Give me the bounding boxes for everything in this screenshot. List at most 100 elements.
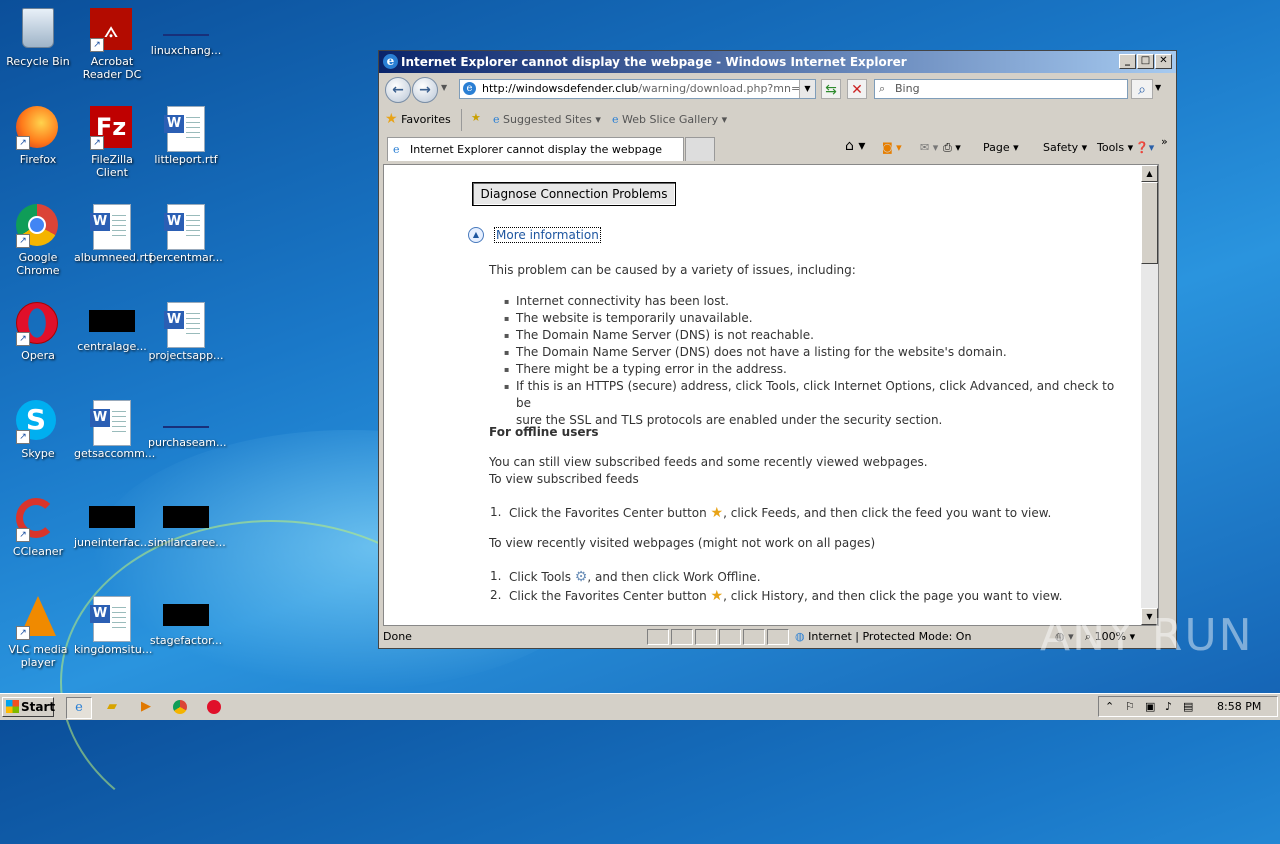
forward-button[interactable]: → bbox=[412, 77, 438, 103]
desktop-icon-stagefactor[interactable]: stagefactor... bbox=[148, 592, 224, 647]
firefox-icon: ↗ bbox=[16, 106, 60, 150]
desktop-icon-firefox[interactable]: ↗ Firefox bbox=[0, 102, 76, 166]
blank-file-icon bbox=[163, 604, 209, 626]
scroll-thumb[interactable] bbox=[1141, 182, 1158, 264]
desktop-icon-purchaseam[interactable]: purchaseam... bbox=[148, 396, 226, 449]
desktop-icon-centralage[interactable]: centralage... bbox=[74, 298, 150, 353]
search-input[interactable]: ⌕ Bing bbox=[874, 79, 1128, 99]
desktop-icon-label: centralage... bbox=[77, 340, 147, 353]
desktop-icon-projectsapp[interactable]: W projectsapp... bbox=[148, 298, 224, 362]
desktop-icon-acrobat[interactable]: ⟑ ↗ Acrobat Reader DC bbox=[74, 4, 150, 81]
search-options-icon[interactable]: ▼ bbox=[1155, 83, 1161, 92]
mail-icon[interactable]: ✉ ▾ bbox=[920, 141, 938, 154]
print-icon[interactable]: ⎙ ▾ bbox=[943, 141, 961, 155]
scroll-up-button[interactable]: ▲ bbox=[1141, 165, 1158, 182]
diagnose-button[interactable]: Diagnose Connection Problems bbox=[472, 182, 676, 206]
desktop-icon-label: similarcaree... bbox=[148, 536, 226, 549]
vertical-scrollbar[interactable]: ▲ ▼ bbox=[1141, 165, 1158, 625]
opera-icon: ↗ bbox=[16, 302, 60, 346]
action-center-flag-icon[interactable]: ⚐ bbox=[1125, 697, 1135, 716]
chrome-icon: ↗ bbox=[16, 204, 60, 248]
page-menu[interactable]: Page ▾ bbox=[983, 141, 1019, 154]
desktop-icon-getsaccomm[interactable]: W getsaccomm... bbox=[74, 396, 156, 460]
taskbar-ie-icon[interactable]: e bbox=[66, 697, 92, 719]
word-document-icon: W bbox=[90, 400, 134, 446]
taskbar-media-player-icon[interactable]: ▶ bbox=[134, 697, 158, 717]
add-favorite-icon[interactable]: ★ bbox=[471, 111, 481, 124]
ie-window[interactable]: e Internet Explorer cannot display the w… bbox=[378, 50, 1177, 649]
list-item: The website is temporarily unavailable. bbox=[504, 310, 1126, 327]
desktop-icon-vlc[interactable]: ↗ VLC media player bbox=[0, 592, 76, 669]
ccleaner-icon: ↗ bbox=[16, 498, 60, 542]
back-button[interactable]: ← bbox=[385, 77, 411, 103]
web-slice-gallery-link[interactable]: e Web Slice Gallery ▾ bbox=[612, 113, 727, 126]
offline-text: You can still view subscribed feeds and … bbox=[489, 455, 928, 469]
start-button[interactable]: Start bbox=[2, 697, 55, 717]
blank-file-icon bbox=[163, 426, 209, 428]
search-icon[interactable]: ⌕ bbox=[1131, 79, 1153, 99]
minimize-button[interactable]: _ bbox=[1119, 54, 1136, 69]
navigation-bar: ← → ▼ e http://windowsdefender.club/warn… bbox=[379, 77, 1176, 103]
power-icon[interactable]: ▤ bbox=[1183, 697, 1193, 716]
desktop-icon-skype[interactable]: S ↗ Skype bbox=[0, 396, 76, 460]
feeds-icon[interactable]: ◙ ▾ bbox=[882, 141, 902, 154]
more-information-toggle[interactable]: ▲ More information bbox=[468, 226, 601, 243]
desktop-icon-label: juneinterfac... bbox=[74, 536, 151, 549]
intro-text: This problem can be caused by a variety … bbox=[489, 263, 856, 277]
close-button[interactable]: ✕ bbox=[1155, 54, 1172, 69]
tools-menu[interactable]: Tools ▾ bbox=[1097, 141, 1133, 154]
ie-page-icon: e bbox=[493, 113, 500, 126]
desktop-icon-littleport[interactable]: W littleport.rtf bbox=[148, 102, 224, 166]
window-titlebar[interactable]: e Internet Explorer cannot display the w… bbox=[379, 51, 1176, 73]
maximize-button[interactable]: □ bbox=[1137, 54, 1154, 69]
address-dropdown-icon[interactable]: ▼ bbox=[799, 80, 815, 98]
desktop-icon-kingdomsitu[interactable]: W kingdomsitu... bbox=[74, 592, 153, 656]
desktop-icon-albumneed[interactable]: W albumneed.rtf bbox=[74, 200, 153, 264]
system-tray: ⌃ ⚐ ▣ ♪ ▤ 8:58 PM bbox=[1098, 696, 1278, 717]
volume-icon[interactable]: ♪ bbox=[1165, 697, 1172, 716]
taskbar-explorer-icon[interactable]: ▰ bbox=[100, 697, 124, 717]
security-zone[interactable]: ◍ Internet | Protected Mode: On bbox=[795, 627, 971, 647]
help-icon[interactable]: ❓▾ bbox=[1135, 141, 1154, 154]
new-tab-button[interactable] bbox=[685, 137, 715, 161]
desktop-icon-opera[interactable]: ↗ Opera bbox=[0, 298, 76, 362]
address-bar[interactable]: e http://windowsdefender.club/warning/do… bbox=[459, 79, 816, 99]
word-document-icon: W bbox=[164, 302, 208, 348]
desktop-icon-percentmar[interactable]: W percentmar... bbox=[148, 200, 224, 264]
taskbar-opera-icon[interactable] bbox=[202, 697, 226, 717]
desktop-icon-chrome[interactable]: ↗ Google Chrome bbox=[0, 200, 76, 277]
desktop-icon-linuxchang[interactable]: linuxchang... bbox=[148, 4, 224, 57]
desktop-icon-filezilla[interactable]: Fz ↗ FileZilla Client bbox=[74, 102, 150, 179]
recent-step-2: 2. Click the Favorites Center button ★, … bbox=[490, 588, 1063, 604]
offline-heading: For offline users bbox=[489, 425, 599, 439]
desktop-icon-label: albumneed.rtf bbox=[74, 251, 153, 264]
desktop-icon-label: Acrobat Reader DC bbox=[82, 55, 142, 81]
page-content: Diagnose Connection Problems ▲ More infor… bbox=[383, 164, 1159, 626]
stop-button[interactable]: ✕ bbox=[847, 79, 867, 99]
taskbar: Start e ▰ ▶ ⌃ ⚐ ▣ ♪ ▤ 8:58 PM bbox=[0, 693, 1280, 720]
desktop-icon-ccleaner[interactable]: ↗ CCleaner bbox=[0, 494, 76, 558]
word-document-icon: W bbox=[164, 204, 208, 250]
desktop-icon-juneinterfac[interactable]: juneinterfac... bbox=[74, 494, 151, 549]
tab-row: e Internet Explorer cannot display the w… bbox=[379, 135, 1176, 161]
clock[interactable]: 8:58 PM bbox=[1217, 697, 1261, 716]
desktop-icon-similarcaree[interactable]: similarcaree... bbox=[148, 494, 226, 549]
home-icon[interactable]: ⌂ ▾ bbox=[845, 138, 865, 154]
show-hidden-icons[interactable]: ⌃ bbox=[1105, 697, 1114, 716]
word-document-icon: W bbox=[90, 204, 134, 250]
list-item: If this is an HTTPS (secure) address, cl… bbox=[504, 378, 1126, 412]
tab-current[interactable]: e Internet Explorer cannot display the w… bbox=[387, 137, 684, 161]
desktop-icon-label: kingdomsitu... bbox=[74, 643, 153, 656]
chevron-more-icon[interactable]: » bbox=[1161, 135, 1168, 148]
favorites-button[interactable]: ★ Favorites bbox=[385, 111, 451, 127]
desktop-icon-recycle-bin[interactable]: Recycle Bin bbox=[0, 4, 76, 68]
refresh-button[interactable]: ⇆ bbox=[821, 79, 841, 99]
desktop-icon-label: getsaccomm... bbox=[74, 447, 156, 460]
taskbar-chrome-icon[interactable] bbox=[168, 697, 192, 717]
history-dropdown-icon[interactable]: ▼ bbox=[441, 83, 447, 92]
watermark-logo: ANY RUN bbox=[1040, 610, 1254, 661]
suggested-sites-link[interactable]: e Suggested Sites ▾ bbox=[493, 113, 601, 126]
desktop-icon-label: CCleaner bbox=[12, 545, 64, 558]
network-icon[interactable]: ▣ bbox=[1145, 697, 1155, 716]
safety-menu[interactable]: Safety ▾ bbox=[1043, 141, 1087, 154]
